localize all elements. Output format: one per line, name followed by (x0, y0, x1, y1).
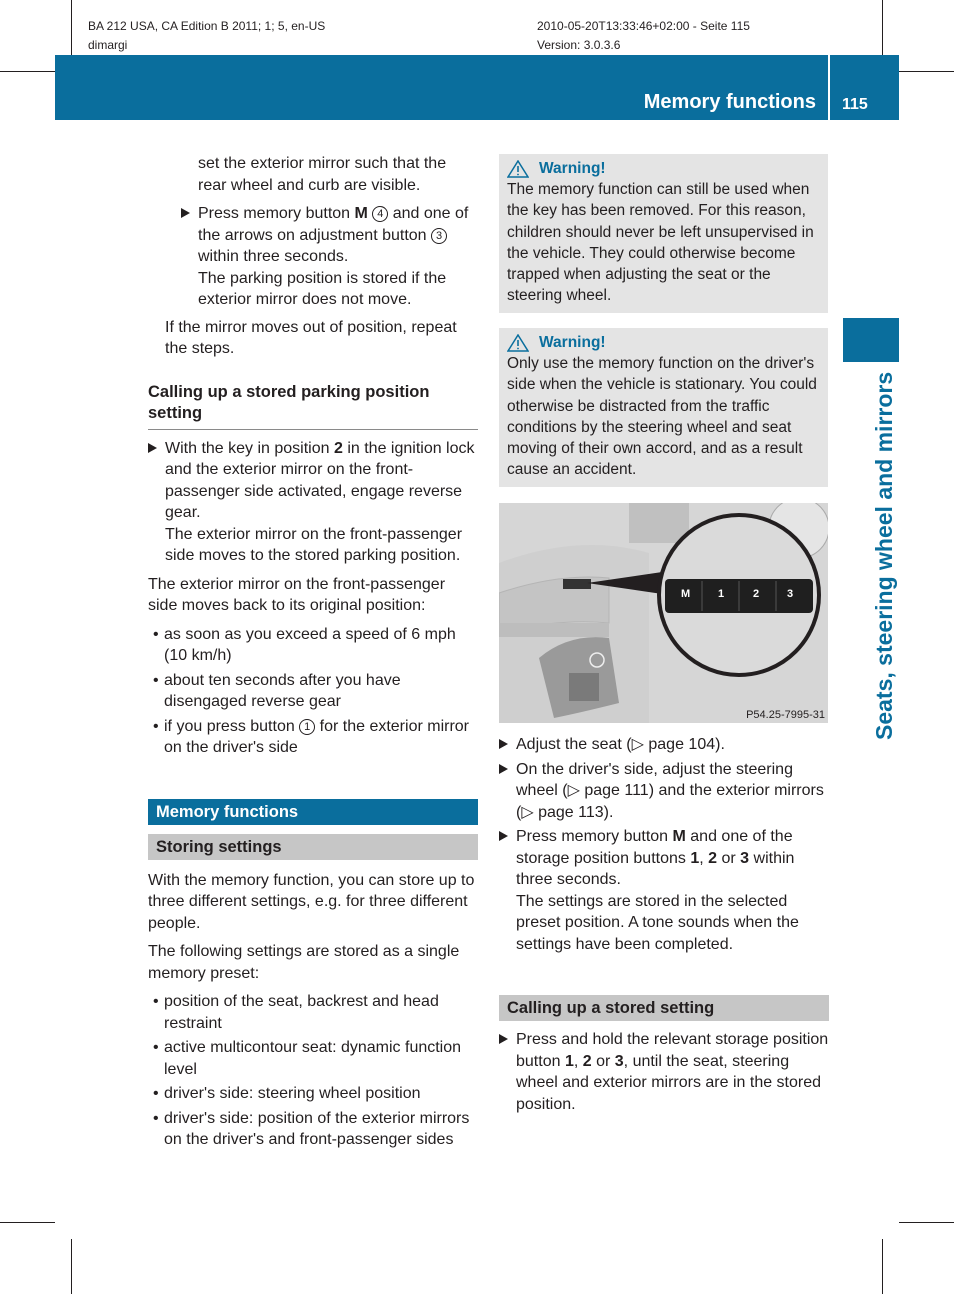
warning-text: The memory function can still be used wh… (507, 181, 814, 305)
crop-mark (882, 0, 883, 55)
header-bar: Memory functions (55, 55, 828, 120)
section-heading-storing: Storing settings (148, 833, 478, 860)
instruction-step: With the key in position 2 in the igniti… (148, 438, 478, 567)
warning-triangle-icon (507, 333, 529, 352)
print-meta-right: 2010-05-20T13:33:46+02:00 - Seite 115 Ve… (537, 17, 750, 55)
warning-heading: Warning! (507, 332, 820, 353)
chapter-label: Seats, steering wheel and mirrors (871, 371, 897, 740)
bullet-item: • active multicontour seat: dynamic funct… (153, 1039, 462, 1078)
memory-button-m: M (681, 588, 691, 600)
doc-id: BA 212 USA, CA Edition B 2011; 1; 5, en-… (88, 19, 326, 33)
section-heading-calling: Calling up a stored setting (499, 995, 829, 1021)
step-arrow-icon (499, 831, 508, 841)
side-tab-marker (843, 318, 899, 362)
page-number-box: 115 (830, 55, 899, 120)
paragraph: If the mirror moves out of position, rep… (165, 318, 457, 358)
crop-mark (899, 71, 954, 72)
section-heading-memory: Memory functions (148, 798, 478, 825)
crop-mark (0, 71, 55, 72)
warning-heading: Warning! (507, 158, 820, 179)
bullet-item: • driver's side: steering wheel position (153, 1085, 421, 1102)
warning-text: Only use the memory function on the driv… (507, 355, 817, 479)
step-result: The settings are stored in the selected … (516, 892, 799, 953)
bullet-item: • as soon as you exceed a speed of 6 mph … (153, 625, 456, 665)
step-arrow-icon (499, 739, 508, 749)
callout-3-icon: 3 (431, 227, 448, 244)
crop-mark (71, 1239, 72, 1294)
warning-triangle-icon (507, 159, 529, 178)
crop-mark (899, 1222, 954, 1223)
step-result: The parking position is stored if the ex… (198, 269, 447, 309)
page-reference-link[interactable]: ▷ page 104 (632, 736, 715, 753)
crop-mark (0, 1222, 55, 1223)
step-arrow-icon (181, 208, 190, 218)
door-panel-illustration (499, 503, 828, 723)
bullet-item: • if you press button 1 for the exterior … (153, 717, 469, 757)
step-result: The exterior mirror on the front-passeng… (165, 525, 463, 565)
right-column: Adjust the seat (▷ page 104). On the dri… (499, 734, 829, 1118)
figure-caption: P54.25-7995-31 (746, 709, 825, 721)
left-column: set the exterior mirror such that the re… (148, 153, 478, 1154)
timestamp: 2010-05-20T13:33:46+02:00 - Seite 115 (537, 19, 750, 33)
bullet-item: • driver's side: position of the exterior… (153, 1109, 470, 1149)
paragraph: The exterior mirror on the front-passeng… (148, 575, 446, 615)
bullet-item: • about ten seconds after you have diseng… (153, 671, 401, 711)
crop-mark (71, 0, 72, 55)
step-arrow-icon (499, 1034, 508, 1044)
preset-button-3: 3 (787, 588, 794, 600)
page-reference-link[interactable]: ▷ page 113 (521, 804, 603, 821)
instruction-step: Press and hold the relevant storage posi… (499, 1029, 829, 1115)
subheading: Calling up a stored parking position set… (148, 382, 478, 430)
bullet-item: • position of the seat, backrest and head… (153, 993, 439, 1032)
paragraph: With the memory function, you can store … (148, 871, 475, 932)
step-arrow-icon (499, 763, 508, 774)
author: dimargi (88, 38, 128, 52)
warning-box: Warning! Only use the memory function on… (499, 328, 828, 487)
paragraph: set the exterior mirror such that the re… (198, 155, 447, 194)
step-arrow-icon (148, 442, 157, 453)
version: Version: 3.0.3.6 (537, 38, 621, 52)
callout-4-icon: 4 (372, 206, 389, 222)
warning-box: Warning! The memory function can still b… (499, 154, 828, 313)
page-title: Memory functions (643, 91, 816, 113)
print-meta-left: BA 212 USA, CA Edition B 2011; 1; 5, en-… (88, 17, 325, 55)
page-reference-link[interactable]: ▷ page 111 (568, 782, 649, 799)
memory-buttons-figure: M 1 2 3 P54.25-7995-31 (499, 503, 828, 723)
crop-mark (882, 1239, 883, 1294)
instruction-step: Press memory button M and one of the sto… (499, 826, 829, 955)
paragraph: The following settings are stored as a s… (148, 943, 460, 982)
preset-button-1: 1 (718, 588, 725, 600)
instruction-step: Press memory button M 4 and one of the a… (181, 203, 478, 311)
instruction-step: On the driver's side, adjust the steerin… (499, 759, 829, 824)
callout-1-icon: 1 (299, 718, 316, 735)
page-number: 115 (842, 96, 868, 113)
instruction-step: Adjust the seat (▷ page 104). (499, 734, 829, 756)
preset-button-2: 2 (753, 588, 760, 600)
